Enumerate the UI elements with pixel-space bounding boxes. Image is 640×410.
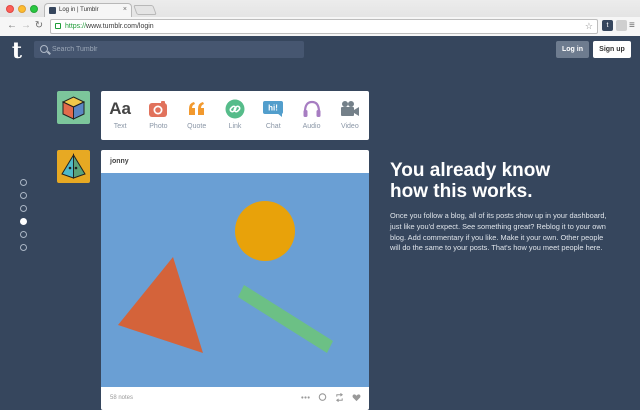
reply-icon[interactable]: [318, 393, 327, 402]
reblog-icon[interactable]: [335, 393, 344, 402]
post-card: jonny 58 notes: [101, 150, 369, 410]
video-camera-icon: [340, 101, 359, 116]
illustration-bar: [238, 285, 333, 353]
illustration-circle: [235, 201, 295, 261]
post-actions: [301, 393, 361, 402]
post-type-label: Video: [340, 123, 359, 130]
post-type-chat[interactable]: hi! Chat: [254, 91, 292, 140]
post-author[interactable]: jonny: [110, 158, 129, 165]
pagination-dot[interactable]: [20, 244, 27, 251]
post-type-link[interactable]: Link: [216, 91, 254, 140]
back-arrow-icon[interactable]: ←: [6, 19, 18, 33]
tab-title: Log in | Tumblr: [59, 7, 99, 13]
quote-icon: [188, 102, 204, 115]
close-window-icon[interactable]: [6, 5, 14, 13]
login-button[interactable]: Log in: [556, 41, 589, 58]
post-type-photo[interactable]: Photo: [139, 91, 177, 140]
pagination-dot[interactable]: [20, 179, 27, 186]
tab-strip: Log in | Tumblr ×: [0, 0, 640, 17]
camera-icon: [149, 101, 168, 117]
cube-avatar-icon: [61, 96, 86, 120]
search-icon: [40, 45, 48, 53]
browser-chrome: Log in | Tumblr × ← → ↻ https://www.tumb…: [0, 0, 640, 36]
minimize-window-icon[interactable]: [18, 5, 26, 13]
post-notes[interactable]: 58 notes: [110, 395, 133, 401]
chat-bubble-icon: hi!: [263, 101, 284, 117]
geometric-illustration: [118, 201, 333, 353]
signup-button[interactable]: Sign up: [593, 41, 631, 58]
post-type-video[interactable]: Video: [331, 91, 369, 140]
browser-toolbar: ← → ↻ https://www.tumblr.com/login ☆: [0, 17, 640, 36]
post-type-quote[interactable]: Quote: [178, 91, 216, 140]
tumblr-favicon-icon: [49, 7, 56, 14]
post-type-bar: Aa Text Photo Quote Link hi! Chat Audio …: [101, 91, 369, 140]
post-type-label: Link: [228, 123, 242, 130]
new-tab-button[interactable]: [133, 5, 157, 15]
text-post-icon: Aa: [109, 99, 131, 118]
tumblr-logo[interactable]: t: [8, 40, 26, 62]
heart-icon[interactable]: [352, 393, 361, 402]
post-type-label: Text: [113, 123, 127, 130]
pyramid-avatar-icon: [61, 153, 86, 179]
url-scheme: https://: [65, 23, 87, 30]
tab-close-icon[interactable]: ×: [123, 6, 127, 13]
post-type-text[interactable]: Aa Text: [101, 91, 139, 140]
link-icon: [225, 99, 245, 119]
pagination-dot[interactable]: [20, 205, 27, 212]
more-icon[interactable]: [301, 393, 310, 402]
post-type-label: Photo: [149, 123, 168, 130]
maximize-window-icon[interactable]: [30, 5, 38, 13]
bookmark-star-icon[interactable]: ☆: [585, 20, 593, 33]
post-type-label: Chat: [265, 123, 281, 130]
extension-icon[interactable]: [616, 20, 627, 31]
search-input[interactable]: [52, 41, 302, 58]
post-type-label: Audio: [302, 123, 321, 130]
lock-icon: [55, 23, 61, 29]
hero-title: You already know how this works.: [390, 160, 551, 202]
url-path: www.tumblr.com/login: [86, 23, 154, 30]
address-bar[interactable]: https://www.tumblr.com/login ☆: [50, 19, 598, 34]
avatar[interactable]: [57, 150, 90, 183]
headphones-icon: [303, 100, 321, 117]
avatar[interactable]: [57, 91, 90, 124]
chat-glyph: hi!: [268, 104, 278, 113]
hero-body: Once you follow a blog, all of its posts…: [390, 211, 607, 253]
post-type-audio[interactable]: Audio: [292, 91, 330, 140]
post-type-label: Quote: [187, 123, 207, 130]
illustration-triangle: [118, 257, 203, 353]
pagination-dot[interactable]: [20, 231, 27, 238]
reload-icon[interactable]: ↻: [33, 19, 45, 33]
browser-tab[interactable]: Log in | Tumblr ×: [44, 3, 132, 17]
pagination-dot[interactable]: [20, 218, 27, 225]
post-image[interactable]: [101, 173, 369, 387]
pagination-dot[interactable]: [20, 192, 27, 199]
browser-menu-icon[interactable]: ≡: [629, 20, 637, 31]
tumblr-extension-icon[interactable]: t: [602, 20, 613, 31]
search-bar[interactable]: [34, 41, 304, 58]
forward-arrow-icon[interactable]: →: [20, 19, 32, 33]
